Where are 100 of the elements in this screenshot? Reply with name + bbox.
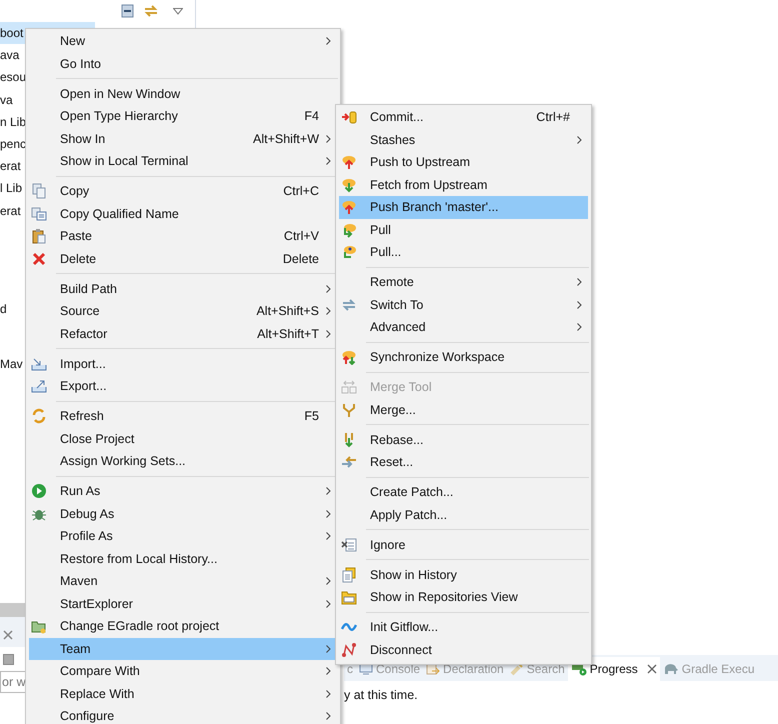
- shortcut-text: F5: [304, 410, 319, 422]
- menu-item[interactable]: Switch To: [339, 294, 588, 316]
- dropdown-icon[interactable]: [173, 8, 183, 14]
- menu-item[interactable]: Refactor Alt+Shift+T: [29, 322, 337, 345]
- sync-icon: [341, 349, 357, 366]
- history-icon: [341, 566, 357, 583]
- menu-item[interactable]: Source Alt+Shift+S: [29, 300, 337, 322]
- collapse-icon[interactable]: [121, 4, 135, 18]
- menu-item[interactable]: Delete Delete: [29, 248, 337, 270]
- shortcut-text: Alt+Shift+S: [256, 305, 319, 318]
- menu-item[interactable]: Close Project: [29, 428, 337, 450]
- menu-item[interactable]: Rebase...: [339, 428, 588, 451]
- chevron-icon: [326, 577, 330, 586]
- menu-item[interactable]: Profile As: [29, 525, 337, 548]
- tree-item[interactable]: ava: [0, 46, 20, 64]
- menu-item[interactable]: Pull...: [339, 241, 588, 264]
- shortcut-text: Ctrl+C: [283, 185, 319, 198]
- menu-item[interactable]: Change EGradle root project: [29, 615, 337, 638]
- tree-item[interactable]: va: [0, 90, 13, 109]
- refresh-icon: [31, 408, 47, 424]
- disconnect-icon: [341, 642, 357, 658]
- menu-item[interactable]: Assign Working Sets...: [29, 450, 337, 472]
- ignore-icon: [341, 536, 357, 553]
- shortcut-text: Ctrl+V: [284, 230, 319, 242]
- tree-item[interactable]: d: [0, 300, 7, 318]
- tree-item[interactable]: esou: [0, 68, 26, 86]
- menu-item[interactable]: Fetch from Upstream: [339, 174, 588, 196]
- chevron-icon: [576, 136, 582, 144]
- menu-item[interactable]: Export...: [29, 375, 337, 398]
- chevron-icon: [326, 330, 330, 338]
- menu-item[interactable]: Team: [29, 638, 337, 660]
- chevron-icon: [326, 690, 330, 698]
- menu-item[interactable]: Go Into: [29, 52, 337, 75]
- shortcut-text: Ctrl+#: [536, 111, 570, 124]
- menu-item[interactable]: Configure: [29, 705, 337, 724]
- menu-item[interactable]: Ignore: [339, 534, 588, 556]
- monitor-icon: [359, 662, 373, 676]
- chevron-icon: [326, 532, 330, 540]
- import-icon: [31, 356, 47, 372]
- menu-item[interactable]: Commit... Ctrl+#: [339, 106, 588, 128]
- menu-item[interactable]: Open Type Hierarchy F4: [29, 105, 337, 128]
- menu-item[interactable]: Show In Alt+Shift+W: [29, 128, 337, 150]
- flashlight-icon: [510, 662, 524, 676]
- chevron-icon: [326, 644, 330, 653]
- close-icon[interactable]: [646, 664, 657, 674]
- cloud-pull-icon: [341, 244, 357, 260]
- chevron-icon: [326, 600, 330, 608]
- menu-item[interactable]: Run As: [29, 480, 337, 502]
- tree-item[interactable]: n Lib: [0, 112, 26, 131]
- menu-item[interactable]: Apply Patch...: [339, 504, 588, 526]
- export-icon: [31, 378, 47, 394]
- menu-item[interactable]: Reset...: [339, 451, 588, 474]
- stop-icon[interactable]: [3, 654, 14, 664]
- menu-item[interactable]: Refresh F5: [29, 405, 337, 428]
- menu-item[interactable]: Debug As: [29, 502, 337, 525]
- close-icon[interactable]: [2, 629, 14, 641]
- chevron-icon: [576, 323, 582, 332]
- menu-item[interactable]: Show in Repositories View: [339, 586, 588, 608]
- copy-icon: [31, 206, 47, 222]
- menu-item[interactable]: Open in New Window: [29, 82, 337, 105]
- menu-item[interactable]: StartExplorer: [29, 592, 337, 615]
- menu-item[interactable]: Push Branch 'master'...: [339, 196, 588, 218]
- menu-item[interactable]: New: [29, 30, 337, 52]
- elephant-icon: [662, 662, 679, 676]
- chevron-icon: [326, 284, 330, 293]
- chevron-icon: [326, 712, 330, 720]
- menu-item[interactable]: Remote: [339, 271, 588, 294]
- commit-icon: [341, 109, 357, 126]
- chevron-icon: [326, 134, 330, 143]
- menu-item[interactable]: Merge...: [339, 398, 588, 421]
- menu-item[interactable]: Replace With: [29, 682, 337, 705]
- menu-item[interactable]: Init Gitflow...: [339, 616, 588, 638]
- tree-item[interactable]: erat: [0, 202, 21, 220]
- delete-icon: [31, 250, 47, 267]
- tree-item[interactable]: Mav: [0, 354, 23, 373]
- menu-item[interactable]: Show in History: [339, 564, 588, 586]
- menu-item[interactable]: Pull: [339, 218, 588, 241]
- tree-item[interactable]: erat: [0, 157, 21, 176]
- tree-item[interactable]: penc: [0, 135, 26, 154]
- menu-item[interactable]: Push to Upstream: [339, 151, 588, 174]
- reset-icon: [341, 454, 357, 470]
- chevron-icon: [326, 157, 330, 166]
- panel-tab[interactable]: Progress: [568, 657, 660, 681]
- menu-item[interactable]: Advanced: [339, 316, 588, 338]
- menu-item[interactable]: Maven: [29, 570, 337, 592]
- menu-item[interactable]: Create Patch...: [339, 481, 588, 504]
- menu-item[interactable]: Import...: [29, 352, 337, 375]
- menu-item[interactable]: Restore from Local History...: [29, 548, 337, 570]
- menu-item[interactable]: Build Path: [29, 278, 337, 300]
- tree-item[interactable]: l Lib: [0, 179, 22, 198]
- menu-item[interactable]: Show in Local Terminal: [29, 150, 337, 172]
- link-icon[interactable]: [143, 4, 159, 18]
- cloud-upload-icon: [341, 199, 357, 216]
- cloud-pull-icon: [341, 222, 357, 238]
- menu-item[interactable]: Compare With: [29, 660, 337, 682]
- menu-item[interactable]: Synchronize Workspace: [339, 346, 588, 368]
- menu-item[interactable]: Stashes: [339, 128, 588, 151]
- switch-icon: [341, 296, 357, 313]
- shortcut-text: Delete: [282, 252, 319, 265]
- run-icon: [31, 483, 47, 500]
